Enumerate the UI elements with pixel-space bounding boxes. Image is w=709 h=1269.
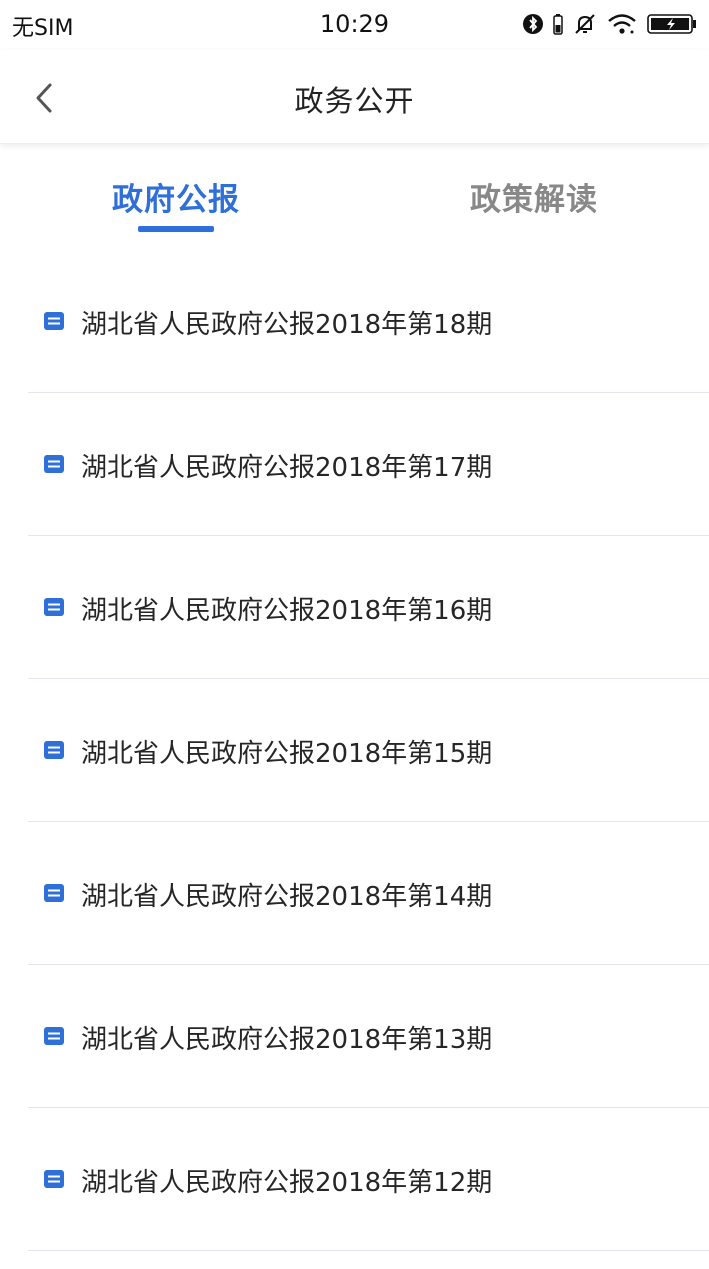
mute-bell-icon <box>575 14 595 34</box>
list-item[interactable]: 湖北省人民政府公报2018年第12期 <box>28 1108 709 1251</box>
list-item[interactable]: 湖北省人民政府公报2018年第14期 <box>28 822 709 965</box>
navigation-bar: 政务公开 <box>0 50 709 144</box>
active-tab-indicator <box>138 226 214 232</box>
status-icons <box>523 12 697 36</box>
status-bar: 无SIM 10:29 <box>0 0 709 50</box>
list-item-title: 湖北省人民政府公报2018年第18期 <box>81 310 493 340</box>
document-icon <box>44 312 64 330</box>
list-item[interactable]: 湖北省人民政府公报2018年第18期 <box>28 250 709 393</box>
list-item[interactable]: 湖北省人民政府公报2018年第16期 <box>28 536 709 679</box>
document-icon <box>44 884 64 902</box>
wifi-icon <box>608 14 636 34</box>
tab-policy-interpretation[interactable]: 政策解读 <box>384 174 684 219</box>
tab-bar: 政府公报 政策解读 <box>0 146 709 246</box>
document-icon <box>44 1027 64 1045</box>
page-title: 政务公开 <box>294 84 415 118</box>
bluetooth-icon <box>523 14 543 34</box>
list-item[interactable]: 湖北省人民政府公报2018年第15期 <box>28 679 709 822</box>
list-item-title: 湖北省人民政府公报2018年第12期 <box>81 1168 493 1198</box>
list-item[interactable]: 湖北省人民政府公报2018年第13期 <box>28 965 709 1108</box>
document-icon <box>44 741 64 759</box>
document-icon <box>44 598 64 616</box>
list-item-title: 湖北省人民政府公报2018年第16期 <box>81 596 493 626</box>
battery-small-icon <box>553 14 563 35</box>
list-item-title: 湖北省人民政府公报2018年第17期 <box>81 453 493 483</box>
document-icon <box>44 455 64 473</box>
list-item[interactable]: 湖北省人民政府公报2018年第17期 <box>28 393 709 536</box>
gazette-list: 湖北省人民政府公报2018年第18期 湖北省人民政府公报2018年第17期 湖北… <box>28 250 709 1251</box>
battery-charging-icon <box>647 14 696 34</box>
document-icon <box>44 1170 64 1188</box>
list-item-title: 湖北省人民政府公报2018年第13期 <box>81 1025 493 1055</box>
tab-government-gazette[interactable]: 政府公报 <box>26 174 326 219</box>
list-item-title: 湖北省人民政府公报2018年第15期 <box>81 739 493 769</box>
list-item-title: 湖北省人民政府公报2018年第14期 <box>81 882 493 912</box>
